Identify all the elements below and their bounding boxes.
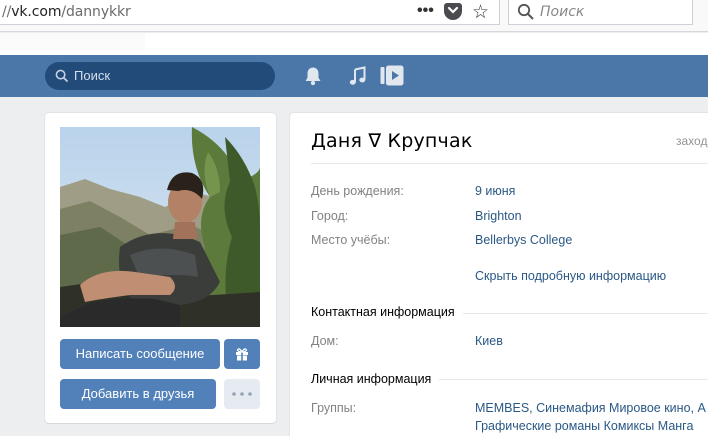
vk-search-input[interactable]: Поиск (45, 62, 275, 90)
browser-search-field[interactable]: Поиск (508, 0, 693, 25)
birthday-label: День рождения: (311, 184, 404, 198)
vk-top-header: Поиск (0, 55, 708, 97)
address-bar[interactable]: //vk.com/dannykkr ••• ☆ (0, 0, 500, 25)
search-icon (55, 69, 69, 83)
education-label: Место учёбы: (311, 233, 391, 247)
bell-icon[interactable] (304, 66, 322, 86)
bookmark-star-icon[interactable]: ☆ (472, 1, 489, 24)
send-message-button[interactable]: Написать сообщение (60, 339, 220, 369)
online-status: заход (676, 134, 708, 148)
play-icon[interactable] (380, 65, 404, 86)
more-actions-button[interactable] (224, 379, 260, 409)
vk-search-placeholder: Поиск (74, 68, 111, 83)
groups-list-line2[interactable]: Графические романы Комиксы Манга (475, 419, 693, 433)
hide-details-link[interactable]: Скрыть подробную информацию (475, 269, 666, 283)
education-link[interactable]: Bellerbys College (475, 233, 572, 247)
search-icon (517, 3, 534, 20)
home-city-link[interactable]: Киев (475, 334, 503, 348)
browser-search-placeholder: Поиск (540, 4, 585, 20)
profile-photo[interactable] (60, 127, 260, 327)
gift-icon (236, 348, 248, 361)
page-top-strip-block (0, 33, 145, 51)
profile-avatar-card: Написать сообщение Добавить в друзья (45, 113, 276, 423)
birthday-link[interactable]: 9 июня (475, 184, 515, 198)
city-link[interactable]: Brighton (475, 209, 522, 223)
city-label: Город: (311, 209, 349, 223)
add-friend-button[interactable]: Добавить в друзья (60, 379, 216, 409)
more-dots-icon (232, 392, 252, 396)
profile-name: Даня ∇ Крупчак (311, 130, 473, 152)
pocket-icon[interactable] (444, 3, 462, 20)
browser-toolbar: //vk.com/dannykkr ••• ☆ Поиск (0, 0, 708, 32)
page-actions-menu-button[interactable]: ••• (417, 2, 434, 20)
address-bar-url[interactable]: //vk.com/dannykkr (2, 4, 131, 20)
personal-section-title: Личная информация (311, 372, 440, 386)
groups-list-line1[interactable]: MEMBES, Синемафия Мировое кино, А (475, 401, 706, 415)
profile-info-card: Даня ∇ Крупчак заход День рождения: 9 ию… (290, 113, 708, 436)
groups-label: Группы: (311, 401, 357, 415)
home-label: Дом: (311, 334, 339, 348)
contact-section-title: Контактная информация (311, 305, 463, 319)
music-icon[interactable] (349, 66, 367, 86)
send-gift-button[interactable] (224, 339, 260, 369)
divider (311, 163, 708, 164)
